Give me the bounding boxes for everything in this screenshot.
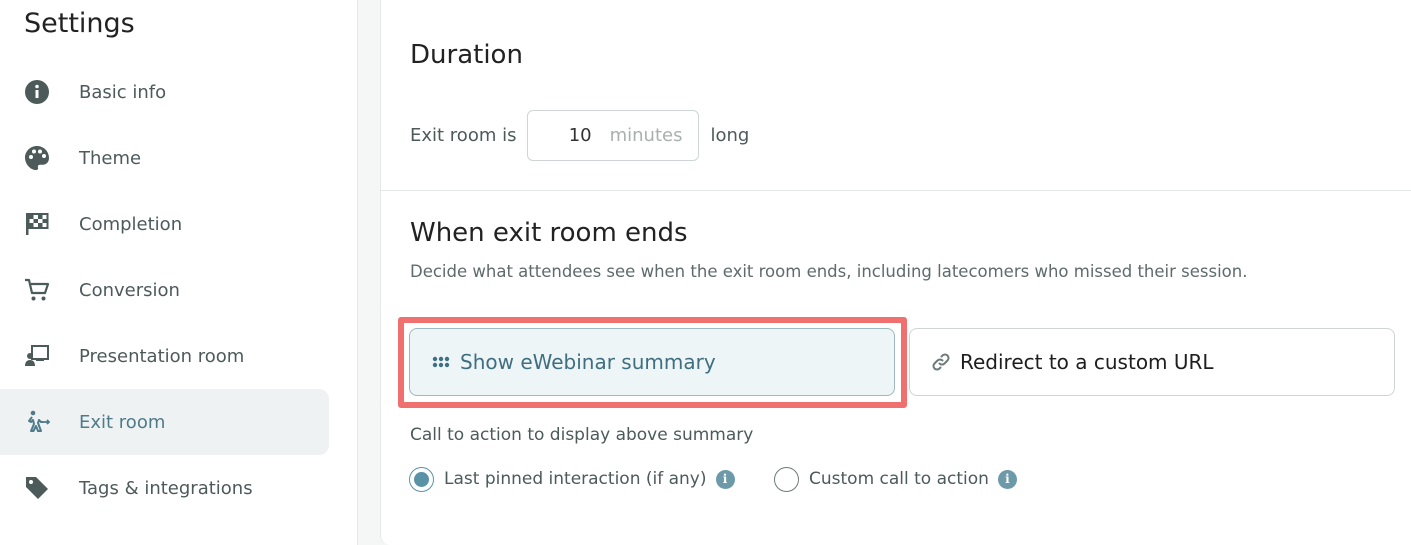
- radio-label: Custom call to action: [809, 469, 989, 489]
- sidebar-item-label: Basic info: [79, 81, 167, 103]
- sidebar-item-completion[interactable]: Completion: [0, 191, 329, 257]
- sidebar-item-exit-room[interactable]: Exit room: [0, 389, 329, 455]
- shopping-cart-icon: [24, 277, 50, 303]
- palette-icon: [24, 145, 50, 171]
- sidebar-item-label: Presentation room: [79, 345, 245, 367]
- cta-label: Call to action to display above summary: [410, 425, 754, 445]
- radio-last-pinned[interactable]: Last pinned interaction (if any) i: [409, 465, 735, 493]
- sidebar-item-conversion[interactable]: Conversion: [0, 257, 329, 323]
- grid-dots-icon: [430, 351, 452, 373]
- radio-label: Last pinned interaction (if any): [444, 469, 707, 489]
- radio-custom-cta[interactable]: Custom call to action i: [774, 465, 1017, 493]
- walking-exit-icon: [24, 409, 50, 435]
- info-icon[interactable]: i: [715, 469, 735, 489]
- exit-room-settings-panel: Duration Exit room is 10 minutes long Wh…: [380, 0, 1411, 545]
- tag-icon: [24, 475, 50, 501]
- duration-prefix: Exit room is: [410, 125, 517, 146]
- sidebar-item-label: Tags & integrations: [79, 477, 253, 499]
- exit-end-description: Decide what attendees see when the exit …: [410, 262, 1248, 281]
- option-label: Show eWebinar summary: [460, 350, 716, 374]
- duration-minutes-input[interactable]: 10 minutes: [527, 110, 700, 161]
- sidebar-item-tags-integrations[interactable]: Tags & integrations: [0, 455, 329, 521]
- radio-button-checked[interactable]: [409, 466, 434, 492]
- redirect-url-option[interactable]: Redirect to a custom URL: [909, 328, 1395, 396]
- sidebar-item-presentation-room[interactable]: Presentation room: [0, 323, 329, 389]
- info-icon[interactable]: i: [997, 469, 1017, 489]
- section-divider: [381, 190, 1411, 191]
- radio-button-unchecked[interactable]: [774, 466, 799, 492]
- option-label: Redirect to a custom URL: [960, 350, 1214, 374]
- info-circle-icon: [24, 79, 50, 105]
- link-icon: [930, 351, 952, 373]
- duration-value: 10: [568, 125, 592, 146]
- sidebar-item-label: Completion: [79, 213, 183, 235]
- show-summary-option[interactable]: Show eWebinar summary: [409, 328, 895, 396]
- sidebar-title: Settings: [24, 8, 135, 39]
- sidebar-item-label: Exit room: [79, 411, 166, 433]
- checkered-flag-icon: [24, 211, 50, 237]
- sidebar-item-theme[interactable]: Theme: [0, 125, 329, 191]
- settings-sidebar: Settings Basic info Theme Completion Con…: [0, 0, 358, 545]
- sidebar-item-label: Conversion: [79, 279, 180, 301]
- exit-end-title: When exit room ends: [410, 218, 688, 248]
- duration-suffix: long: [710, 125, 750, 146]
- duration-row: Exit room is 10 minutes long: [410, 110, 749, 161]
- presenter-icon: [24, 343, 50, 369]
- sidebar-item-label: Theme: [79, 147, 142, 169]
- sidebar-item-basic-info[interactable]: Basic info: [0, 59, 329, 125]
- duration-title: Duration: [410, 40, 523, 70]
- duration-unit: minutes: [609, 125, 683, 146]
